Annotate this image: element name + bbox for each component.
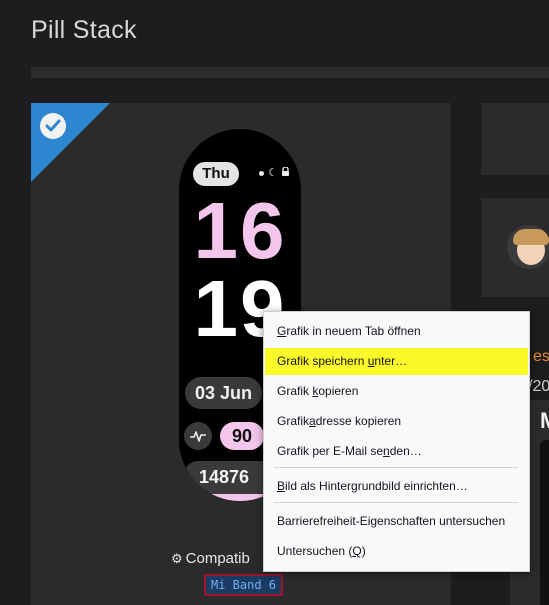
device-tag[interactable]: Mi Band 6 — [204, 574, 284, 596]
author-panel — [481, 198, 549, 297]
menu-email-image[interactable]: Grafik per E-Mail senden… — [265, 438, 528, 465]
menu-separator — [274, 467, 518, 468]
checkmark-icon — [40, 113, 66, 139]
compatibility-label: ⚙ Compatib — [171, 550, 250, 567]
side-date-text: /20 — [528, 378, 549, 395]
related-card-title: M — [540, 408, 549, 434]
date-pill: 03 Jun — [185, 377, 262, 409]
menu-separator — [274, 502, 518, 503]
menu-inspect-accessibility[interactable]: Barrierefreiheit-Eigenschaften untersuch… — [265, 508, 528, 535]
menu-copy-image[interactable]: Grafik kopieren — [265, 378, 528, 405]
hour-digits: 16 — [193, 186, 287, 275]
heart-rate-pill: 90 — [220, 422, 264, 450]
steps-count: 14876 — [199, 467, 250, 487]
menu-open-image-new-tab[interactable]: Grafik in neuem Tab öffnen — [265, 318, 528, 345]
status-dot-icon — [259, 171, 264, 176]
top-bar — [31, 67, 549, 78]
related-card-preview — [540, 440, 549, 605]
menu-save-image-as[interactable]: Grafik speichern unter… — [265, 348, 528, 375]
menu-inspect[interactable]: Untersuchen (Q) — [265, 538, 528, 565]
menu-set-desktop-background[interactable]: Bild als Hintergrundbild einrichten… — [265, 473, 528, 500]
avatar-hair — [513, 229, 549, 245]
moon-icon: ☾ — [268, 167, 278, 179]
side-panel-top — [481, 103, 549, 175]
lock-icon — [282, 167, 289, 176]
side-link-text[interactable]: esc — [533, 348, 549, 366]
menu-copy-image-address[interactable]: Grafikadresse kopieren — [265, 408, 528, 435]
day-pill: Thu — [193, 162, 239, 186]
context-menu: Grafik in neuem Tab öffnen Grafik speiche… — [263, 311, 530, 572]
gears-icon: ⚙ — [171, 551, 183, 566]
page-title: Pill Stack — [31, 16, 137, 44]
verified-ribbon — [31, 103, 110, 182]
pulse-icon — [184, 422, 212, 450]
avatar[interactable] — [507, 225, 549, 269]
